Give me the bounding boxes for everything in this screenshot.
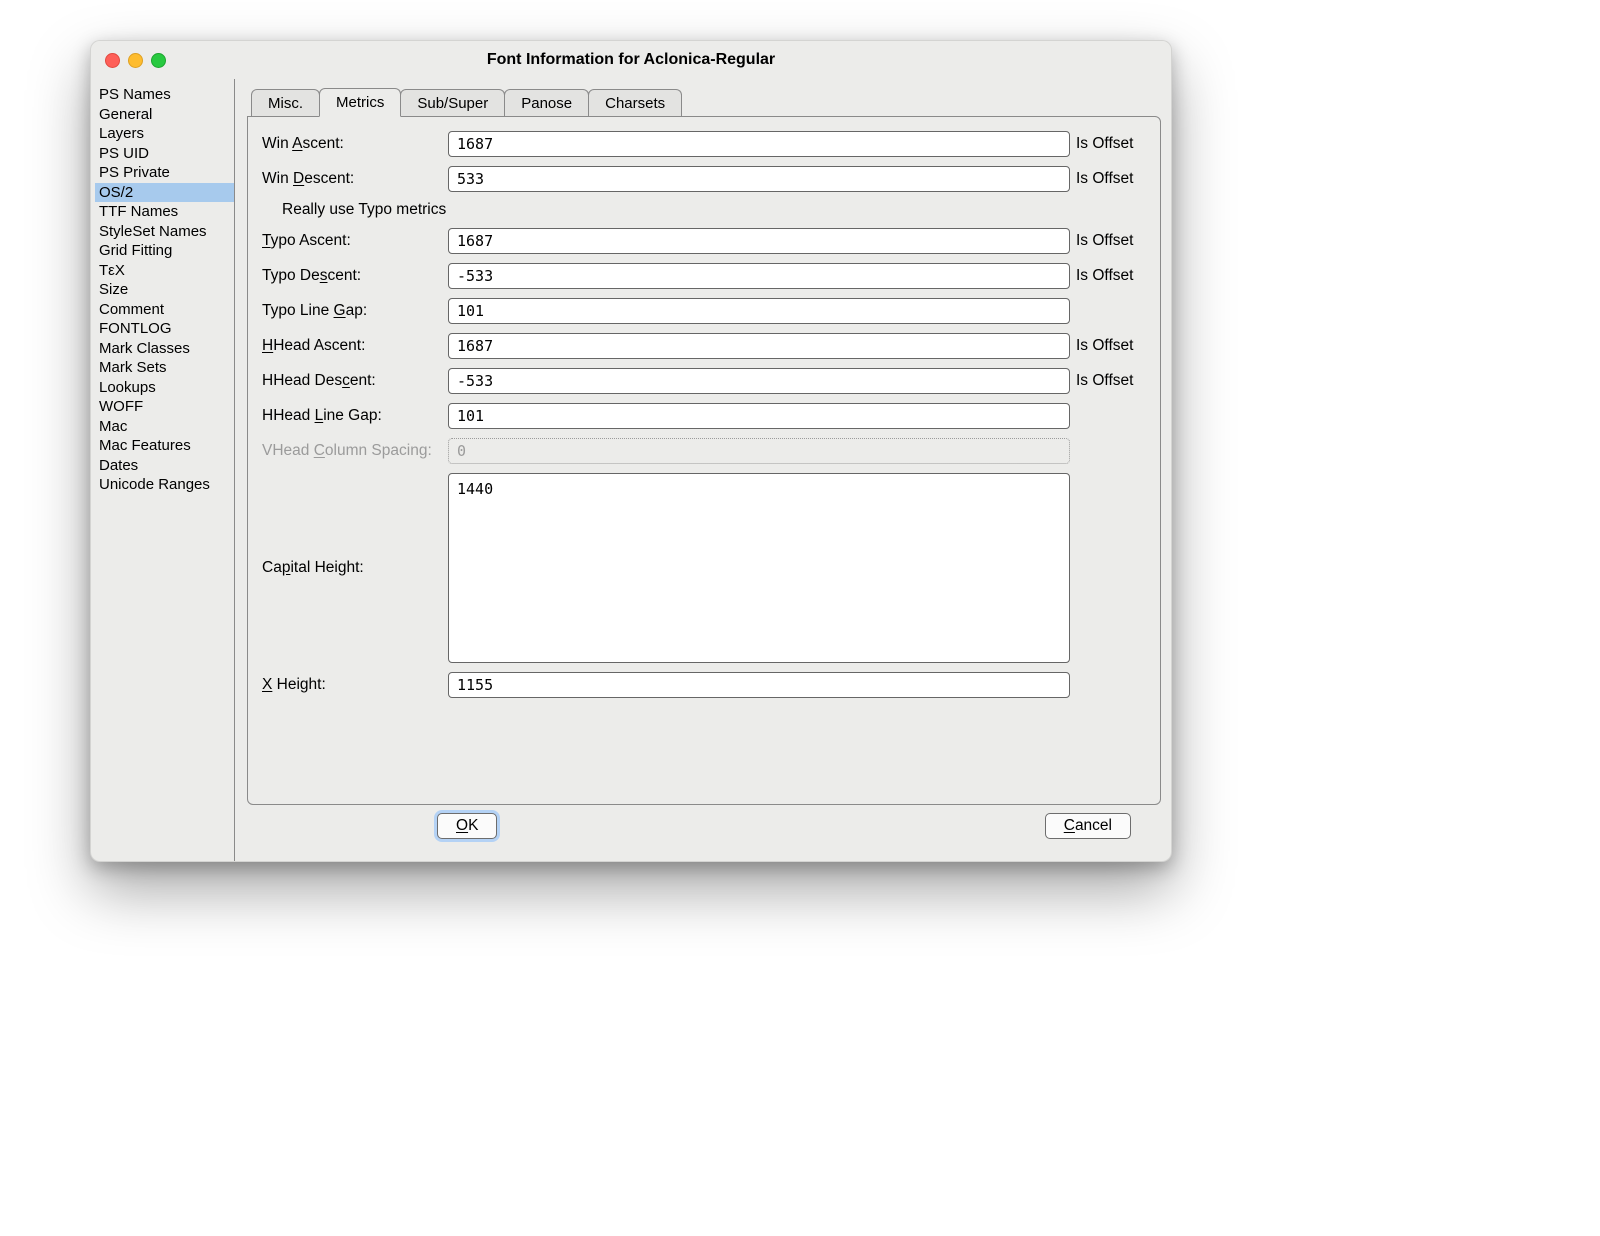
category-sidebar: PS NamesGeneralLayersPS UIDPS PrivateOS/… bbox=[91, 79, 235, 861]
sidebar-item-t-x[interactable]: TεX bbox=[95, 261, 234, 281]
typo-descent-offset[interactable]: Is Offset bbox=[1076, 267, 1146, 285]
tab-sub-super[interactable]: Sub/Super bbox=[400, 89, 505, 117]
metrics-panel: Win Ascent: Is Offset Win Descent: Is Of… bbox=[247, 116, 1161, 805]
win-descent-offset[interactable]: Is Offset bbox=[1076, 170, 1146, 188]
sidebar-item-layers[interactable]: Layers bbox=[95, 124, 234, 144]
window-title: Font Information for Aclonica-Regular bbox=[91, 51, 1171, 69]
sidebar-item-ps-names[interactable]: PS Names bbox=[95, 85, 234, 105]
hhead-ascent-offset[interactable]: Is Offset bbox=[1076, 337, 1146, 355]
sidebar-item-size[interactable]: Size bbox=[95, 280, 234, 300]
tab-misc-[interactable]: Misc. bbox=[251, 89, 320, 117]
titlebar: Font Information for Aclonica-Regular bbox=[91, 41, 1171, 79]
ok-button[interactable]: OOKK bbox=[437, 813, 497, 839]
typo-linegap-input[interactable] bbox=[448, 298, 1070, 324]
hhead-linegap-label: HHead Line Gap: bbox=[262, 407, 442, 425]
typo-ascent-input[interactable] bbox=[448, 228, 1070, 254]
capital-height-input[interactable]: 1440 bbox=[448, 473, 1070, 663]
x-height-label: X Height: bbox=[262, 676, 442, 694]
vhead-spacing-input bbox=[448, 438, 1070, 464]
hhead-descent-label: HHead Descent: bbox=[262, 372, 442, 390]
sidebar-item-fontlog[interactable]: FONTLOG bbox=[95, 319, 234, 339]
zoom-icon[interactable] bbox=[151, 53, 166, 68]
cancel-button[interactable]: CancelCancel bbox=[1045, 813, 1131, 839]
sidebar-item-unicode-ranges[interactable]: Unicode Ranges bbox=[95, 475, 234, 495]
font-info-window: Font Information for Aclonica-Regular PS… bbox=[90, 40, 1172, 862]
sidebar-item-lookups[interactable]: Lookups bbox=[95, 378, 234, 398]
sidebar-item-styleset-names[interactable]: StyleSet Names bbox=[95, 222, 234, 242]
win-ascent-input[interactable] bbox=[448, 131, 1070, 157]
hhead-linegap-input[interactable] bbox=[448, 403, 1070, 429]
typo-ascent-label: Typo Ascent: bbox=[262, 232, 442, 250]
sidebar-item-ttf-names[interactable]: TTF Names bbox=[95, 202, 234, 222]
typo-descent-input[interactable] bbox=[448, 263, 1070, 289]
tab-bar: Misc.MetricsSub/SuperPanoseCharsets bbox=[251, 87, 1161, 116]
sidebar-item-grid-fitting[interactable]: Grid Fitting bbox=[95, 241, 234, 261]
typo-linegap-label: Typo Line Gap: bbox=[262, 302, 442, 320]
close-icon[interactable] bbox=[105, 53, 120, 68]
sidebar-item-mac[interactable]: Mac bbox=[95, 417, 234, 437]
hhead-ascent-input[interactable] bbox=[448, 333, 1070, 359]
sidebar-item-mark-classes[interactable]: Mark Classes bbox=[95, 339, 234, 359]
sidebar-item-ps-private[interactable]: PS Private bbox=[95, 163, 234, 183]
sidebar-item-comment[interactable]: Comment bbox=[95, 300, 234, 320]
hhead-descent-input[interactable] bbox=[448, 368, 1070, 394]
win-ascent-offset[interactable]: Is Offset bbox=[1076, 135, 1146, 153]
x-height-input[interactable] bbox=[448, 672, 1070, 698]
sidebar-item-woff[interactable]: WOFF bbox=[95, 397, 234, 417]
sidebar-item-os-2[interactable]: OS/2 bbox=[95, 183, 234, 203]
sidebar-item-dates[interactable]: Dates bbox=[95, 456, 234, 476]
tab-metrics[interactable]: Metrics bbox=[319, 88, 401, 117]
really-use-typo-checkbox-label[interactable]: Really use Typo metrics bbox=[262, 201, 1146, 219]
tab-charsets[interactable]: Charsets bbox=[588, 89, 682, 117]
win-descent-input[interactable] bbox=[448, 166, 1070, 192]
hhead-descent-offset[interactable]: Is Offset bbox=[1076, 372, 1146, 390]
sidebar-item-mac-features[interactable]: Mac Features bbox=[95, 436, 234, 456]
win-ascent-label: Win Ascent: bbox=[262, 135, 442, 153]
sidebar-item-ps-uid[interactable]: PS UID bbox=[95, 144, 234, 164]
window-controls bbox=[105, 53, 166, 68]
hhead-ascent-label: HHead Ascent: bbox=[262, 337, 442, 355]
vhead-spacing-label: VHead Column Spacing: bbox=[262, 442, 442, 460]
tab-panose[interactable]: Panose bbox=[504, 89, 589, 117]
sidebar-item-general[interactable]: General bbox=[95, 105, 234, 125]
capital-height-label: Capital Height: bbox=[262, 559, 442, 577]
win-descent-label: Win Descent: bbox=[262, 170, 442, 188]
typo-ascent-offset[interactable]: Is Offset bbox=[1076, 232, 1146, 250]
typo-descent-label: Typo Descent: bbox=[262, 267, 442, 285]
sidebar-item-mark-sets[interactable]: Mark Sets bbox=[95, 358, 234, 378]
minimize-icon[interactable] bbox=[128, 53, 143, 68]
